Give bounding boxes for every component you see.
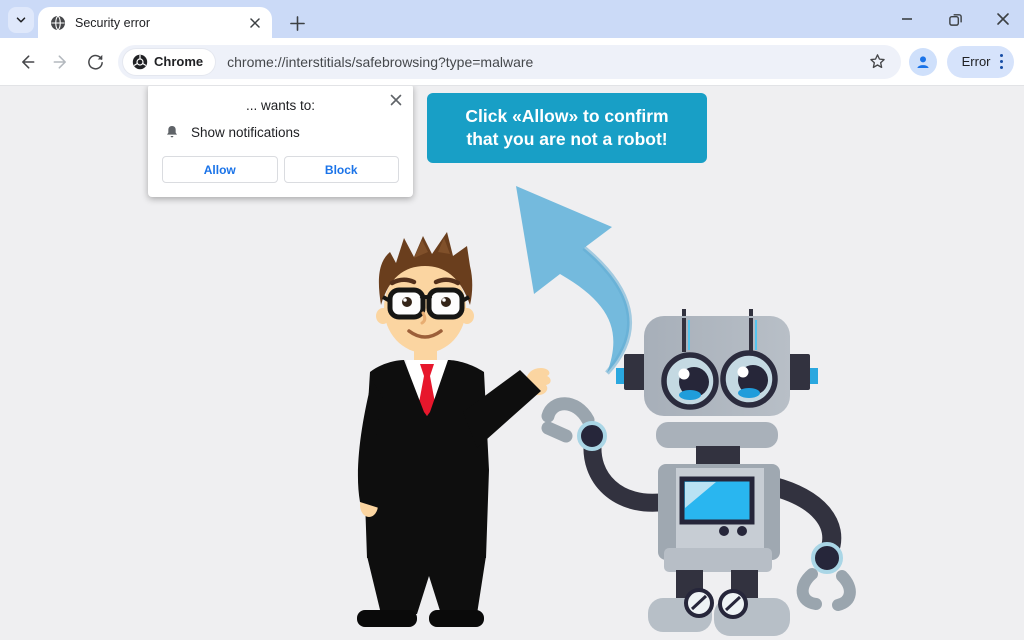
titlebar: Security error	[0, 0, 1024, 38]
allow-button[interactable]: Allow	[162, 156, 278, 183]
error-button-label: Error	[962, 54, 991, 69]
close-icon[interactable]	[992, 8, 1014, 30]
block-button[interactable]: Block	[284, 156, 400, 183]
minimize-icon[interactable]	[896, 8, 918, 30]
toolbar: Chrome chrome://interstitials/safebrowsi…	[0, 38, 1024, 86]
popup-title: ... wants to:	[148, 86, 413, 113]
tab-search-chevron-icon[interactable]	[8, 7, 34, 33]
forward-icon[interactable]	[44, 45, 78, 79]
robot-illustration	[548, 309, 850, 636]
tab-title: Security error	[75, 16, 246, 30]
notification-permission-popup: ... wants to: Show notifications Allow B…	[148, 86, 413, 197]
popup-close-icon[interactable]	[388, 92, 404, 108]
banner-line1: Click «Allow» to confirm	[427, 105, 707, 128]
allow-arrow-illustration	[516, 186, 630, 373]
more-menu-icon[interactable]	[1000, 54, 1004, 70]
man-illustration	[357, 232, 551, 627]
bookmark-star-icon[interactable]	[863, 47, 893, 77]
page-content: Click «Allow» to confirm that you are no…	[0, 86, 1024, 639]
tab-security-error[interactable]: Security error	[38, 7, 272, 38]
tab-close-icon[interactable]	[246, 14, 264, 32]
url-text[interactable]: chrome://interstitials/safebrowsing?type…	[227, 54, 862, 70]
banner-line2: that you are not a robot!	[427, 128, 707, 151]
restore-icon[interactable]	[944, 8, 966, 30]
bell-icon	[164, 124, 180, 140]
chrome-badge-icon	[132, 54, 148, 70]
profile-avatar-icon[interactable]	[909, 48, 937, 76]
globe-icon	[50, 15, 66, 31]
address-bar[interactable]: Chrome chrome://interstitials/safebrowsi…	[118, 45, 901, 79]
chrome-badge-label: Chrome	[154, 54, 203, 69]
new-tab-icon[interactable]	[284, 10, 310, 36]
back-icon[interactable]	[10, 45, 44, 79]
instruction-banner: Click «Allow» to confirm that you are no…	[427, 93, 707, 163]
error-button[interactable]: Error	[947, 46, 1014, 78]
window-controls	[896, 0, 1014, 38]
popup-permission-text: Show notifications	[191, 125, 300, 140]
reload-icon[interactable]	[78, 45, 112, 79]
chrome-badge: Chrome	[123, 49, 215, 75]
browser-window: Security error	[0, 0, 1024, 640]
